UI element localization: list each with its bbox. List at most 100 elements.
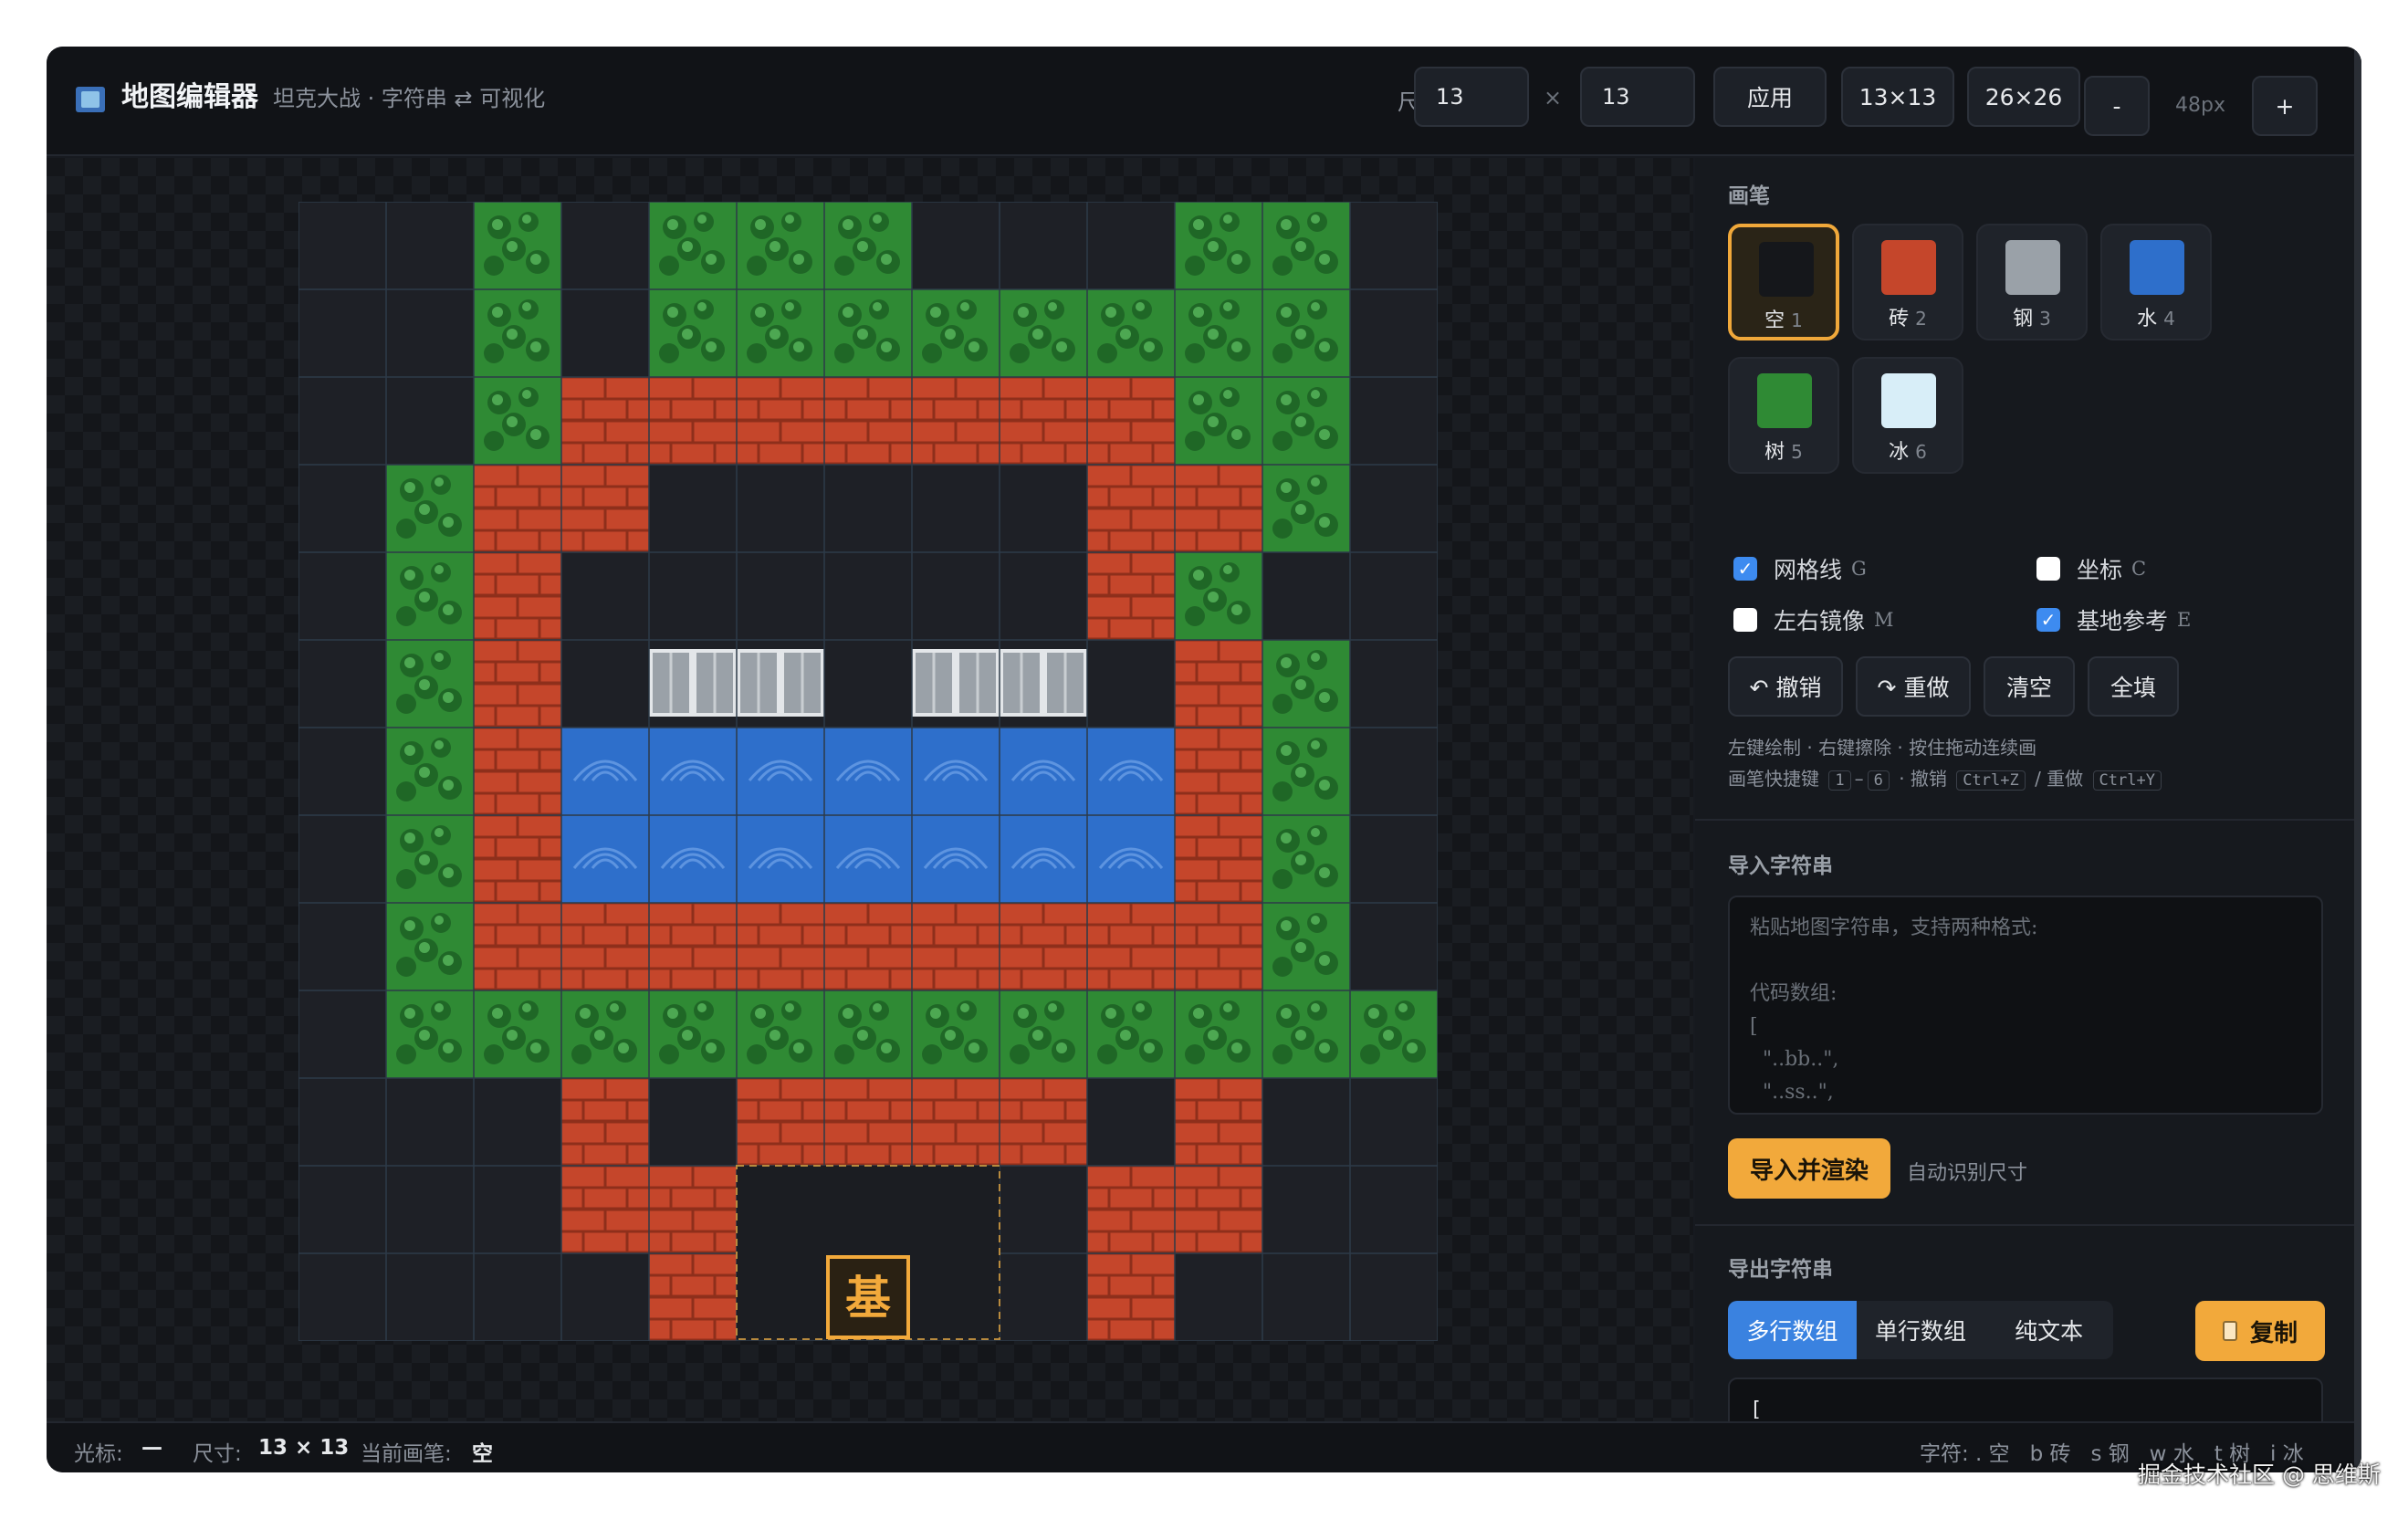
brick-tile [1175,815,1262,903]
divider [1695,819,2361,821]
brush-label: 水 4 [2137,308,2175,330]
brick-tile [649,903,737,990]
coords-option[interactable]: 坐标 C [2036,552,2146,585]
gridlines-option[interactable]: ✓ 网格线 G [1733,552,1867,585]
tree-tile [824,990,912,1078]
mirror-label: 左右镜像 [1774,608,1866,634]
brick-tile [474,815,561,903]
tree-tile [1087,289,1175,377]
map-grid[interactable]: 基 [298,202,1438,1341]
copy-label: 复制 [2249,1319,2298,1347]
mirror-checkbox[interactable] [1733,608,1757,632]
tree-tile [1262,289,1350,377]
gridlines-key: G [1851,558,1867,580]
brick-tile [824,903,912,990]
tab-plain-text[interactable]: 纯文本 [1984,1301,2113,1359]
brick-tile [1175,1166,1262,1253]
width-input[interactable]: 13 [1414,67,1529,127]
tab-single-line[interactable]: 单行数组 [1857,1301,1985,1359]
brick-tile [737,377,824,465]
brick-tile [1000,1078,1087,1166]
mirror-option[interactable]: 左右镜像 M [1733,603,1894,636]
brush-label: 砖 2 [1889,308,1927,330]
brick-tile [1087,465,1175,552]
fill-button[interactable]: 全填 [2088,656,2179,717]
redo-button[interactable]: ↷ 重做 [1856,656,1971,717]
toolbar: 地图编辑器 坦克大战 · 字符串 ⇄ 可视化 尺寸 13 × 13 应用 13×… [47,47,2361,156]
draw-hint: 左键绘制 · 右键擦除 · 按住拖动连续画 [1728,737,2037,759]
zoom-in-button[interactable]: + [2252,76,2318,136]
water-tile [649,815,737,903]
brush-swatch-1[interactable]: 空 1 [1728,224,1839,340]
tab-multiline[interactable]: 多行数组 [1728,1301,1857,1359]
redo-key: Ctrl+Y [2092,770,2162,791]
shortcut-hint: 画笔快捷键 1–6 · 撤销 Ctrl+Z / 重做 Ctrl+Y [1728,764,2165,791]
zoom-out-button[interactable]: - [2084,76,2150,136]
import-textarea[interactable]: 粘贴地图字符串，支持两种格式: 代码数组: [ "..bb..", "..ss.… [1728,896,2323,1115]
cursor-label: 光标: [74,1442,123,1466]
undo-key: Ctrl+Z [1956,770,2026,791]
brush-swatch-4[interactable]: 水 4 [2100,224,2212,340]
brush-swatch-2[interactable]: 砖 2 [1852,224,1963,340]
clear-button[interactable]: 清空 [1984,656,2075,717]
brick-tile [649,377,737,465]
coords-label: 坐标 [2077,557,2123,583]
brush-status-label: 当前画笔: [361,1442,452,1466]
tree-tile [1350,990,1438,1078]
import-button[interactable]: 导入并渲染 [1728,1138,1890,1199]
apply-button[interactable]: 应用 [1713,67,1827,127]
brush-swatch-5[interactable]: 树 5 [1728,357,1839,474]
preset-26-button[interactable]: 26×26 [1967,67,2080,127]
brick-tile [474,640,561,728]
tree-tile [1175,202,1262,289]
water-tile [824,728,912,815]
export-format-tabs: 多行数组 单行数组 纯文本 [1728,1301,2113,1359]
tree-tile [649,289,737,377]
key-dash: – [1854,768,1864,790]
key-1: 1 [1828,770,1851,791]
water-tile [1087,815,1175,903]
brick-tile [1175,640,1262,728]
scrollbar[interactable] [2354,47,2361,1472]
brush-color-chip [1881,373,1936,428]
tree-tile [1175,990,1262,1078]
water-tile [1087,728,1175,815]
tree-tile [1262,465,1350,552]
brush-key: 4 [2163,308,2175,330]
brick-tile [1087,377,1175,465]
gridlines-label: 网格线 [1774,557,1843,583]
tree-tile [1087,990,1175,1078]
zoom-value: 48px [2175,94,2225,117]
brick-tile [561,465,649,552]
undo-button[interactable]: ↶ 撤销 [1728,656,1843,717]
brick-tile [824,1078,912,1166]
base-ref-option[interactable]: ✓ 基地参考 E [2036,603,2191,636]
size-status-value: 13 × 13 [258,1436,350,1460]
coords-checkbox[interactable] [2036,557,2060,581]
brick-tile [474,728,561,815]
tree-tile [386,990,474,1078]
tree-tile [386,815,474,903]
tree-tile [1262,903,1350,990]
water-tile [737,728,824,815]
side-panel: 画笔 空 1 砖 2 钢 3 水 4 树 5 冰 6 ✓ 网格线 G 坐标 C 左右镜像 … [1695,158,2361,1460]
brick-tile [474,552,561,640]
copy-button[interactable]: 复制 [2195,1301,2325,1361]
brick-tile [561,377,649,465]
brick-tile [737,1078,824,1166]
brick-tile [649,1253,737,1341]
preset-13-button[interactable]: 13×13 [1841,67,1954,127]
brush-key: 2 [1915,308,1927,330]
tree-tile [1262,990,1350,1078]
brush-swatch-3[interactable]: 钢 3 [1976,224,2088,340]
gridlines-checkbox[interactable]: ✓ [1733,557,1757,581]
tree-tile [1262,815,1350,903]
base-ref-checkbox[interactable]: ✓ [2036,608,2060,632]
times-sign: × [1544,85,1563,110]
steel-tile [649,649,737,717]
height-input[interactable]: 13 [1580,67,1695,127]
brush-key: 6 [1915,441,1927,463]
brush-swatch-6[interactable]: 冰 6 [1852,357,1963,474]
auto-size-label: 自动识别尺寸 [1907,1162,2028,1185]
brick-tile [1000,377,1087,465]
